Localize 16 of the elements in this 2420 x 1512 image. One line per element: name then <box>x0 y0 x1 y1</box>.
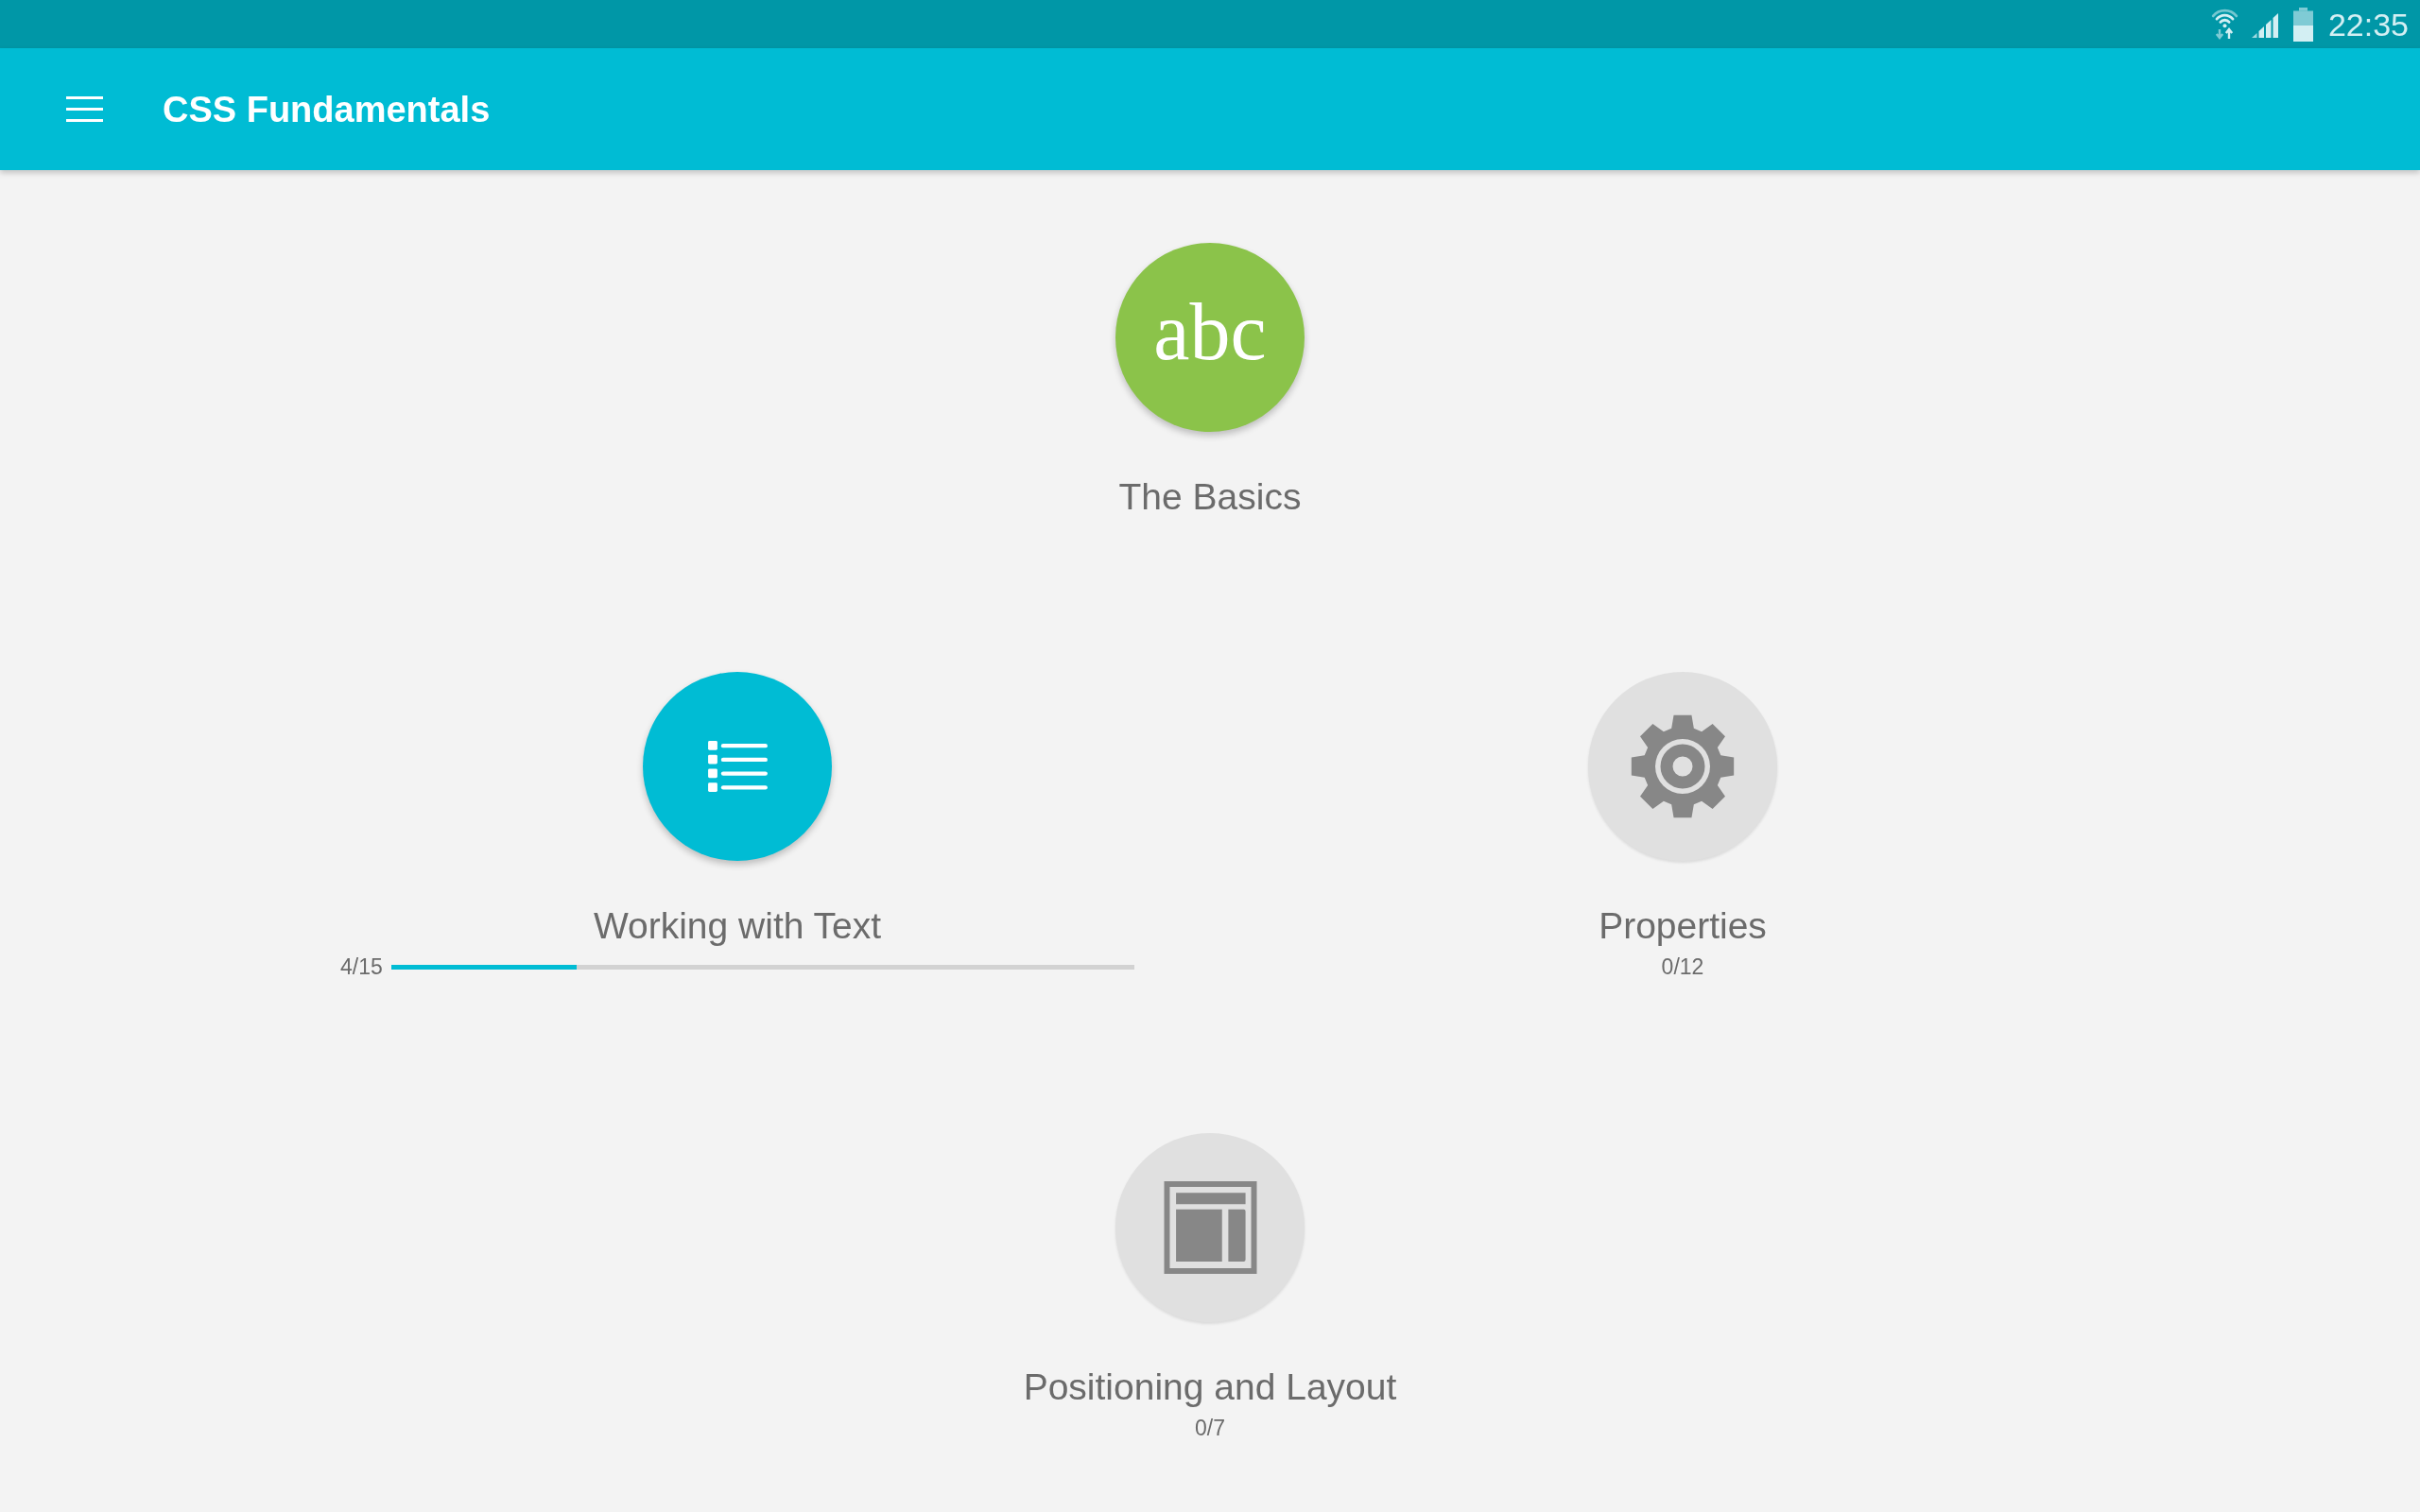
progress-count: 0/7 <box>1195 1415 1225 1441</box>
layout-icon <box>1163 1181 1257 1274</box>
menu-icon[interactable] <box>66 96 103 122</box>
lesson-title: Working with Text <box>593 904 882 948</box>
progress-count: 4/15 <box>340 954 383 980</box>
lesson-title: Properties <box>1599 904 1767 948</box>
lesson-button[interactable]: abc <box>1115 243 1305 432</box>
progress-count: 0/12 <box>1661 954 1704 980</box>
lesson-title: Positioning and Layout <box>1023 1366 1397 1409</box>
signal-icon <box>2251 12 2278 38</box>
gear-icon <box>1631 714 1735 818</box>
battery-icon <box>2292 7 2313 42</box>
lesson-title: The Basics <box>1118 475 1302 519</box>
list-icon <box>707 741 768 792</box>
app-title: CSS Fundamentals <box>163 88 491 131</box>
clock-time: 22:35 <box>2327 5 2409 43</box>
